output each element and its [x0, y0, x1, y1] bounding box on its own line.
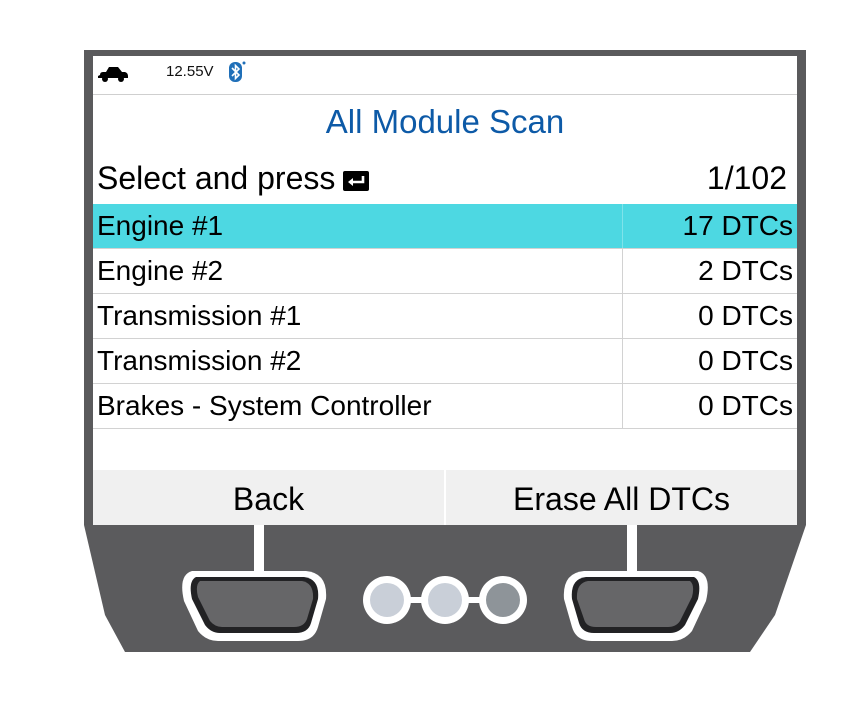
module-name: Transmission #1 — [97, 300, 302, 331]
module-row-transmission-1[interactable]: Transmission #1 0 DTCs — [93, 294, 797, 339]
page-indicator: 1/102 — [706, 160, 787, 196]
module-name: Engine #2 — [97, 255, 224, 286]
module-name: Engine #1 — [97, 210, 224, 241]
module-list: Engine #1 17 DTCs Engine #2 2 DTCs Trans… — [93, 204, 797, 429]
column-divider — [622, 384, 623, 428]
dtc-count: 0 DTCs — [698, 345, 793, 376]
enter-key-icon — [343, 171, 370, 191]
module-row-transmission-2[interactable]: Transmission #2 0 DTCs — [93, 339, 797, 384]
screen-title: All Module Scan — [325, 103, 565, 140]
column-divider — [622, 294, 623, 338]
back-button[interactable]: Back — [93, 470, 444, 525]
left-softkey-button[interactable] — [178, 565, 334, 645]
right-softkey-button[interactable] — [556, 565, 712, 645]
status-bar: 12.55V — [93, 56, 797, 95]
car-icon — [98, 67, 128, 82]
navigation-dots[interactable] — [360, 573, 530, 627]
dtc-count: 0 DTCs — [698, 390, 793, 421]
column-divider — [622, 339, 623, 383]
column-divider — [622, 249, 623, 293]
module-name: Transmission #2 — [97, 345, 302, 376]
softkey-bar: Back Erase All DTCs — [93, 470, 797, 525]
instruction-text: Select and press — [97, 156, 370, 200]
instruction-label: Select and press — [97, 160, 336, 196]
dtc-count: 2 DTCs — [698, 255, 793, 286]
column-divider — [622, 204, 623, 248]
dtc-count: 0 DTCs — [698, 300, 793, 331]
module-row-brakes[interactable]: Brakes - System Controller 0 DTCs — [93, 384, 797, 429]
erase-all-dtcs-button[interactable]: Erase All DTCs — [446, 470, 797, 525]
battery-voltage: 12.55V — [166, 63, 214, 80]
dtc-count: 17 DTCs — [682, 210, 793, 241]
bluetooth-icon — [229, 61, 246, 82]
module-row-engine-2[interactable]: Engine #2 2 DTCs — [93, 249, 797, 294]
module-row-engine-1[interactable]: Engine #1 17 DTCs — [93, 204, 797, 249]
module-name: Brakes - System Controller — [97, 390, 432, 421]
lcd-screen: 12.55V All Module Scan Select and press … — [93, 56, 797, 525]
